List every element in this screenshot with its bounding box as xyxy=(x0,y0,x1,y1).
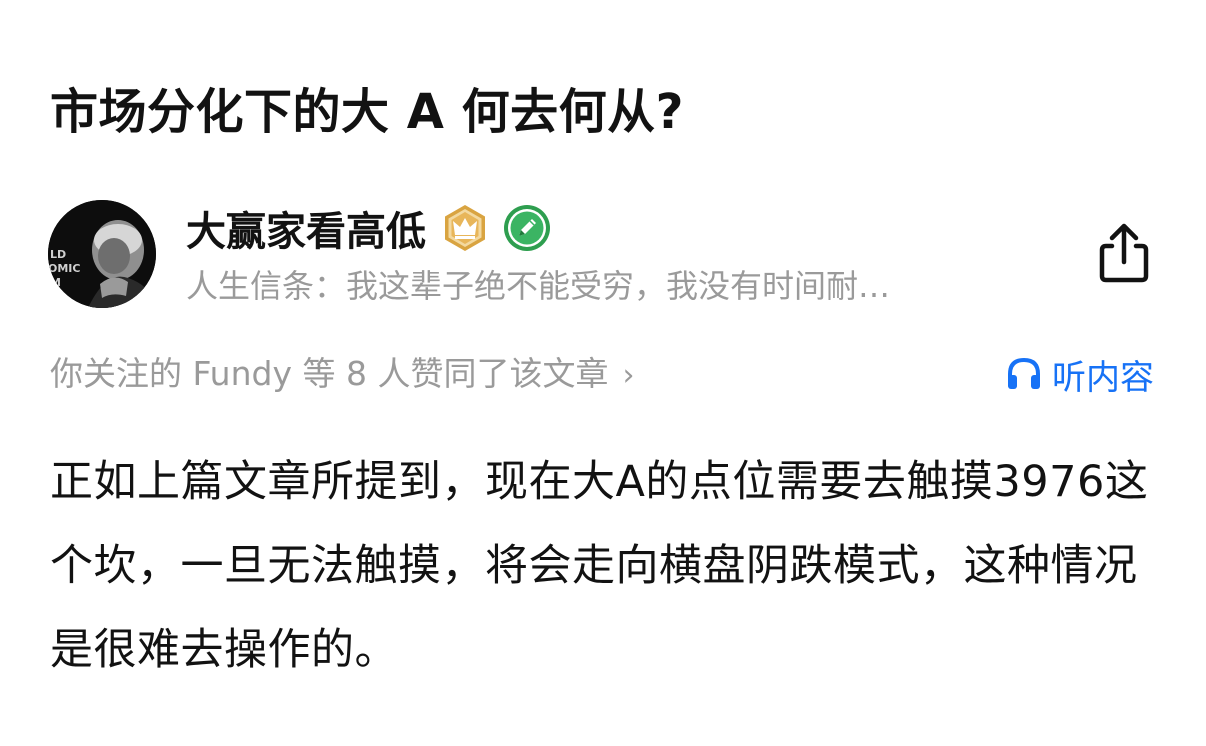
likes-summary-link[interactable]: 你关注的 Fundy 等 8 人赞同了该文章 › xyxy=(50,350,634,400)
listen-content-label: 听内容 xyxy=(1052,357,1154,398)
crown-badge-icon[interactable] xyxy=(440,203,490,253)
avatar-text-3: M xyxy=(50,276,61,289)
share-icon xyxy=(1099,223,1149,283)
headphones-icon xyxy=(1008,357,1040,389)
likes-summary-text: 你关注的 Fundy 等 8 人赞同了该文章 xyxy=(50,354,609,393)
author-name[interactable]: 大赢家看高低 xyxy=(186,199,426,257)
listen-content-button[interactable]: 听内容 xyxy=(1006,350,1154,398)
avatar-photo: LD OMIC M xyxy=(48,200,156,308)
pencil-badge-icon[interactable] xyxy=(502,203,552,253)
chevron-right-icon: › xyxy=(622,358,635,393)
author-bio: 人生信条：我这辈子绝不能受穷，我没有时间耐… xyxy=(186,267,891,305)
avatar-text-2: OMIC xyxy=(48,262,80,275)
share-button[interactable] xyxy=(1092,220,1156,284)
author-avatar[interactable]: LD OMIC M xyxy=(48,200,156,308)
article-title: 市场分化下的大 A 何去何从? xyxy=(50,84,684,140)
avatar-text-1: LD xyxy=(50,248,66,261)
author-name-line: 大赢家看高低 xyxy=(186,199,552,257)
article-body: 正如上篇文章所提到，现在大A的点位需要去触摸3976这个坎，一旦无法触摸，将会走… xyxy=(50,457,1149,675)
author-row: LD OMIC M 大赢家看高低 人生信条：我这辈子绝不能受穷，我没有时间耐… xyxy=(48,200,1158,310)
